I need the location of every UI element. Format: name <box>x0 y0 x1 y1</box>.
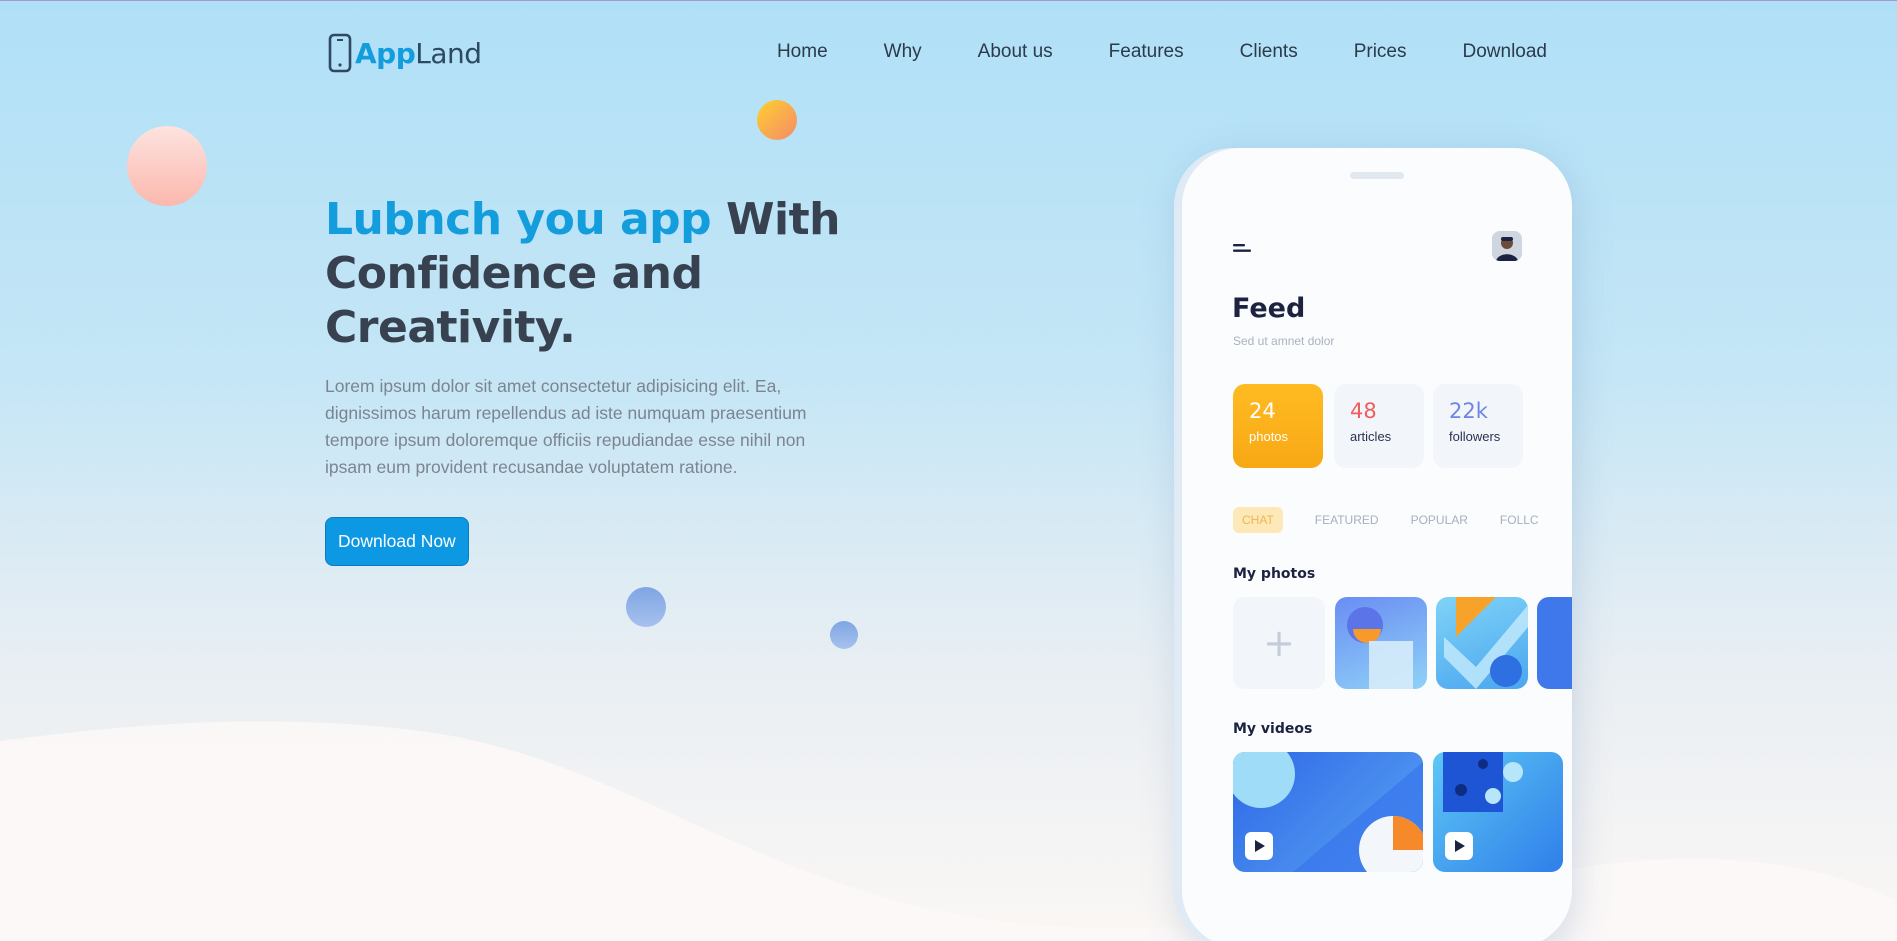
my-photos-heading: My photos <box>1233 566 1316 582</box>
stat-value: 48 <box>1350 399 1377 423</box>
decorative-circle-orange <box>757 100 797 140</box>
stat-value: 22k <box>1449 399 1488 423</box>
phone-tab-featured: FEATURED <box>1314 513 1379 527</box>
decorative-circle-blue-small <box>830 621 858 649</box>
phone-feed-subtitle: Sed ut amnet dolor <box>1233 334 1335 348</box>
logo-text-land: Land <box>415 36 482 70</box>
hero-description: Lorem ipsum dolor sit amet consectetur a… <box>325 376 807 477</box>
stat-card-articles: 48 articles <box>1334 384 1424 468</box>
download-now-button[interactable]: Download Now <box>325 517 469 566</box>
video-thumbnail <box>1233 752 1423 872</box>
nav-link-home[interactable]: Home <box>777 41 828 63</box>
nav-link-features[interactable]: Features <box>1109 41 1184 63</box>
logo-text-app: App <box>355 36 416 70</box>
phone-notch <box>1350 172 1404 179</box>
stat-value: 24 <box>1249 399 1276 423</box>
background-wave <box>0 721 1897 941</box>
phone-tabs: CHAT FEATURED POPULAR FOLLC <box>1233 507 1571 533</box>
phone-feed-title: Feed <box>1232 293 1306 324</box>
site-header: App Land Home Why About us Features Clie… <box>0 31 1897 75</box>
logo[interactable]: App Land <box>327 31 482 75</box>
avatar <box>1492 231 1522 261</box>
phone-tab-popular: POPULAR <box>1410 513 1468 527</box>
nav-link-why[interactable]: Why <box>884 41 922 63</box>
decorative-circle-pink <box>127 126 207 206</box>
play-icon <box>1245 832 1273 860</box>
phone-tab-following: FOLLC <box>1499 513 1539 527</box>
hero-section: Lubnch you app With Confidence and Creat… <box>325 193 845 566</box>
stat-label: photos <box>1249 429 1289 444</box>
avatar-person-icon <box>1492 231 1522 261</box>
photo-thumbnail <box>1537 597 1572 689</box>
phone-mockup: Feed Sed ut amnet dolor 24 photos 48 art… <box>1182 148 1572 941</box>
my-videos-heading: My videos <box>1233 721 1313 737</box>
play-icon <box>1445 832 1473 860</box>
stat-card-photos: 24 photos <box>1233 384 1323 468</box>
stat-label: articles <box>1350 429 1392 444</box>
stat-label: followers <box>1449 429 1501 444</box>
hero-title-accent: Lubnch you app <box>325 194 712 245</box>
main-nav: Home Why About us Features Clients Price… <box>721 41 1547 63</box>
phone-logo-icon <box>328 33 352 73</box>
photo-thumbnail <box>1436 597 1528 689</box>
stat-card-followers: 22k followers <box>1433 384 1523 468</box>
phone-tab-chat: CHAT <box>1233 507 1283 533</box>
photo-thumbnail <box>1335 597 1427 689</box>
decorative-circle-blue-large <box>626 587 666 627</box>
nav-link-download[interactable]: Download <box>1463 41 1548 63</box>
menu-icon <box>1233 244 1251 252</box>
nav-link-about-us[interactable]: About us <box>978 41 1053 63</box>
plus-icon: + <box>1233 597 1325 689</box>
nav-link-clients[interactable]: Clients <box>1240 41 1298 63</box>
video-thumbnail <box>1433 752 1563 872</box>
hero-title: Lubnch you app With Confidence and Creat… <box>325 193 845 355</box>
nav-link-prices[interactable]: Prices <box>1354 41 1407 63</box>
